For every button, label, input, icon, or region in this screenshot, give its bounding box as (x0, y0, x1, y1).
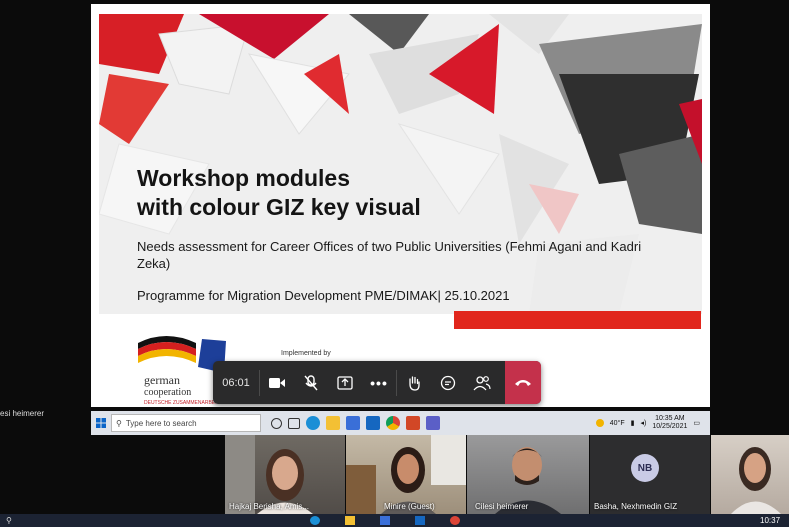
weather-temp: 40°F (609, 419, 625, 427)
local-mail-icon[interactable] (415, 516, 425, 525)
search-icon: ⚲ (116, 418, 122, 428)
windows-logo-icon (96, 418, 106, 428)
more-options-button[interactable]: ••• (362, 361, 396, 404)
slide-title-line-1: Workshop modules (137, 165, 350, 191)
slide-title: Workshop modules with colour GIZ key vis… (137, 164, 557, 222)
task-view-icon[interactable] (288, 418, 300, 429)
participant-name: Cilesi heimerer (475, 502, 529, 511)
meeting-timer: 06:01 (222, 376, 250, 389)
edge-icon[interactable] (306, 416, 320, 430)
presenter-caption: esi heimerer (0, 409, 45, 418)
notification-icon[interactable]: ▭ (693, 419, 700, 427)
giz-red-bar (454, 311, 701, 329)
local-store-icon[interactable] (380, 516, 390, 525)
slide-subtitle: Needs assessment for Career Offices of t… (137, 239, 642, 271)
implemented-by-label: Implemented by (281, 350, 331, 357)
shared-slide: Workshop modules with colour GIZ key vis… (91, 4, 710, 407)
ellipsis-icon: ••• (370, 374, 388, 391)
taskbar-app-icons (271, 416, 440, 430)
search-placeholder: Type here to search (125, 418, 197, 428)
slide-programme: Programme for Migration Development PME/… (137, 288, 510, 303)
system-tray: 40°F ▮ ◂) 10:35 AM 10/25/2021 ▭ (595, 415, 710, 431)
avatar: NB (631, 454, 659, 482)
participants-icon (473, 375, 491, 390)
logo-text-german: german (144, 373, 180, 387)
camera-button[interactable] (260, 361, 294, 404)
local-chrome-icon[interactable] (450, 516, 460, 525)
cortana-icon[interactable] (271, 418, 282, 429)
slide-title-line-2: with colour GIZ key visual (137, 194, 421, 220)
network-icon[interactable]: ▮ (631, 419, 635, 427)
participant-video-graphic (731, 447, 781, 514)
phone-hangup-icon (515, 379, 531, 386)
participant-tile[interactable] (711, 435, 789, 514)
chat-icon (440, 375, 456, 390)
camera-icon (269, 377, 285, 388)
store-icon[interactable] (346, 416, 360, 430)
participants-button[interactable] (465, 361, 499, 404)
windows-start-button[interactable] (91, 418, 111, 428)
participant-tile[interactable]: Cilesi heimerer (467, 435, 589, 514)
teams-icon[interactable] (426, 416, 440, 430)
participant-name: Minire (Guest) (384, 502, 435, 511)
participant-name: Hajkaj Berisha, Amis... (229, 502, 310, 511)
logo-text-deutsche: DEUTSCHE ZUSAMMENARBEIT (144, 400, 220, 406)
local-edge-icon[interactable] (310, 516, 320, 525)
local-search-icon[interactable]: ⚲ (6, 516, 12, 525)
raise-hand-button[interactable] (397, 361, 431, 404)
participant-tile[interactable]: Minire (Guest) (346, 435, 466, 514)
logo-text-cooperation: cooperation (144, 387, 192, 398)
local-explorer-icon[interactable] (345, 516, 355, 525)
taskbar-clock[interactable]: 10:35 AM 10/25/2021 (652, 415, 687, 431)
volume-icon[interactable]: ◂) (640, 419, 646, 427)
clock-date: 10/25/2021 (652, 423, 688, 430)
local-clock[interactable]: 10:37 (760, 516, 780, 525)
participant-tile[interactable]: Hajkaj Berisha, Amis... (225, 435, 345, 514)
participant-name: Basha, Nexhmedin GIZ (594, 502, 678, 511)
powerpoint-icon[interactable] (406, 416, 420, 430)
local-taskbar: ⚲ 10:37 (0, 514, 789, 527)
taskbar-search-input[interactable]: ⚲ Type here to search (111, 414, 261, 432)
share-screen-button[interactable] (328, 361, 362, 404)
weather-icon (595, 419, 604, 427)
meeting-control-bar: 06:01 ••• (213, 361, 541, 404)
file-explorer-icon[interactable] (326, 416, 340, 430)
mic-muted-icon (304, 374, 318, 390)
shared-windows-taskbar: ⚲ Type here to search 40°F ▮ ◂) 10:35 AM… (91, 411, 710, 435)
raise-hand-icon (409, 375, 420, 391)
clock-time: 10:35 AM (655, 415, 685, 422)
chrome-icon[interactable] (386, 416, 400, 430)
hang-up-button[interactable] (505, 361, 541, 404)
mail-icon[interactable] (366, 416, 380, 430)
share-screen-icon (337, 375, 353, 390)
mic-button[interactable] (294, 361, 328, 404)
chat-button[interactable] (431, 361, 465, 404)
